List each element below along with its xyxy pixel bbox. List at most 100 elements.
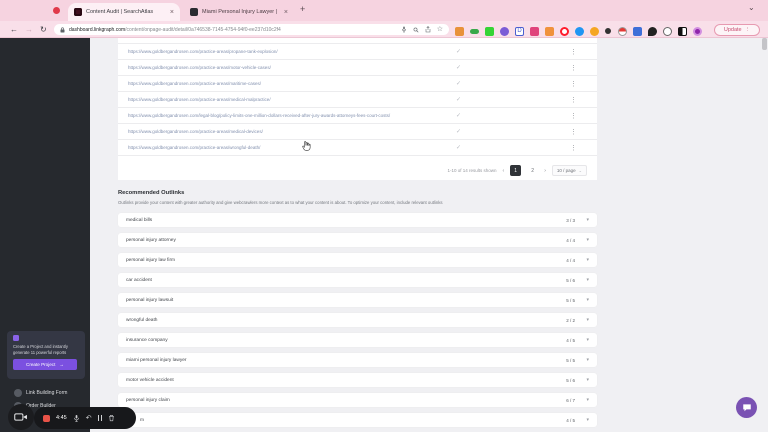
table-row[interactable]: https://www.goldbergandrosen.com/practic… (118, 76, 597, 92)
chat-widget-button[interactable] (736, 397, 757, 418)
check-icon: ✓ (456, 112, 461, 119)
outlink-row[interactable]: miami personal injury lawyer 5 / 5 ▾ (118, 353, 597, 367)
caret-down-icon[interactable]: ▾ (586, 257, 589, 263)
row-menu-icon[interactable]: ⋮ (570, 96, 577, 104)
page-url-link[interactable]: https://www.goldbergandrosen.com/practic… (128, 49, 278, 54)
caret-down-icon[interactable]: ▾ (586, 297, 589, 303)
share-icon[interactable] (425, 26, 431, 33)
caret-down-icon[interactable]: ▾ (586, 317, 589, 323)
outlink-row[interactable]: medical bills 3 / 3 ▾ (118, 213, 597, 227)
search-lens-icon[interactable] (413, 27, 419, 33)
mic-icon[interactable] (73, 414, 80, 423)
check-icon: ✓ (456, 48, 461, 55)
outlink-row[interactable]: motor vehicle accident 5 / 6 ▾ (118, 373, 597, 387)
caret-down-icon[interactable]: ▾ (586, 337, 589, 343)
kebab-menu-icon[interactable]: ⋮ (745, 27, 751, 33)
chat-bubble-icon (742, 403, 752, 412)
chevron-down-icon[interactable]: ⌄ (748, 3, 755, 12)
page-url-link[interactable]: https://www.goldbergandrosen.com/practic… (128, 81, 261, 86)
extension-icon-13[interactable] (633, 27, 642, 36)
outlink-row[interactable]: insurance company 4 / 5 ▾ (118, 333, 597, 347)
row-menu-icon[interactable]: ⋮ (570, 48, 577, 56)
screen-recorder-toolbar: 4:45 ↶ (34, 407, 136, 429)
page-scrollbar-thumb[interactable] (762, 38, 767, 50)
new-tab-button[interactable]: + (300, 4, 305, 14)
tab-content-audit[interactable]: Content Audit | SearchAtlas × (68, 3, 180, 21)
extension-icon-3[interactable] (485, 27, 494, 36)
pause-button[interactable] (98, 415, 103, 421)
table-row[interactable]: https://www.goldbergandrosen.com/practic… (118, 124, 597, 140)
pagination-next-button[interactable]: › (544, 168, 546, 174)
extension-icon-4[interactable] (500, 27, 509, 36)
extension-icon-15[interactable] (663, 27, 672, 36)
extension-icon-5[interactable]: D (515, 27, 524, 36)
extension-icon-16[interactable] (678, 27, 687, 36)
table-row[interactable]: https://www.goldbergandrosen.com/legal-b… (118, 108, 597, 124)
table-row[interactable]: https://www.goldbergandrosen.com/practic… (118, 140, 597, 156)
outlink-row[interactable]: wrongful death 2 / 2 ▾ (118, 313, 597, 327)
extension-icon-10[interactable] (590, 27, 599, 36)
extension-icon-8[interactable] (560, 27, 569, 36)
page-url-link[interactable]: https://www.goldbergandrosen.com/practic… (128, 97, 271, 102)
caret-down-icon[interactable]: ▾ (586, 377, 589, 383)
caret-down-icon[interactable]: ▾ (586, 217, 589, 223)
outlink-keyword: car accident (126, 278, 152, 283)
undo-icon[interactable]: ↶ (86, 415, 92, 422)
caret-down-icon[interactable]: ▾ (586, 397, 589, 403)
outlink-row[interactable]: personal injury law firm 4 / 4 ▾ (118, 253, 597, 267)
caret-down-icon[interactable]: ▾ (586, 277, 589, 283)
reload-button[interactable]: ↻ (40, 25, 47, 34)
outlink-keyword: motor vehicle accident (126, 378, 174, 383)
outlink-keyword: miami personal injury lawyer (126, 358, 187, 363)
extension-icon-11[interactable] (605, 28, 611, 34)
caret-down-icon[interactable]: ▾ (586, 357, 589, 363)
extension-icon-17[interactable] (693, 27, 702, 36)
check-icon: ✓ (456, 144, 461, 151)
sidebar-item-link-building-form[interactable]: Link Building Form (14, 389, 67, 397)
outlink-row[interactable]: personal injury claim 6 / 7 ▾ (118, 393, 597, 407)
page-size-select[interactable]: 10 / page ⌄ (552, 165, 587, 176)
extension-icon-6[interactable] (530, 27, 539, 36)
extension-icon-9[interactable] (575, 27, 584, 36)
pagination-page-1[interactable]: 1 (510, 165, 521, 176)
extension-icon-12[interactable] (618, 27, 627, 36)
pagination-prev-button[interactable]: ‹ (503, 168, 505, 174)
caret-down-icon[interactable]: ▾ (586, 237, 589, 243)
outlink-row[interactable]: personal injury attorney 4 / 4 ▾ (118, 233, 597, 247)
table-row[interactable]: https://www.goldbergandrosen.com/practic… (118, 60, 597, 76)
update-button[interactable]: Update ⋮ (714, 24, 760, 36)
extension-icon-7[interactable] (545, 27, 554, 36)
create-project-button[interactable]: Create Project → (13, 359, 77, 370)
tab-close-icon[interactable]: × (284, 9, 288, 16)
mic-icon[interactable] (401, 26, 407, 33)
caret-down-icon[interactable]: ▾ (586, 417, 589, 423)
page-url-link[interactable]: https://www.goldbergandrosen.com/legal-b… (128, 113, 390, 118)
bookmark-star-icon[interactable]: ☆ (437, 26, 443, 33)
extension-icon-1[interactable] (455, 27, 464, 36)
page-url-link[interactable]: https://www.goldbergandrosen.com/practic… (128, 65, 271, 70)
page-url-link[interactable]: https://www.goldbergandrosen.com/practic… (128, 145, 260, 150)
row-menu-icon[interactable]: ⋮ (570, 64, 577, 72)
table-row[interactable]: https://www.goldbergandrosen.com/practic… (118, 44, 597, 60)
outlink-row[interactable]: m 4 / 5 ▾ (118, 413, 597, 427)
row-menu-icon[interactable]: ⋮ (570, 112, 577, 120)
row-menu-icon[interactable]: ⋮ (570, 80, 577, 88)
back-button[interactable]: ← (10, 25, 18, 34)
stop-recording-button[interactable] (43, 415, 50, 422)
extension-icon-2[interactable] (470, 29, 479, 34)
page-url-link[interactable]: https://www.goldbergandrosen.com/practic… (128, 129, 263, 134)
url-text[interactable]: dashboard.linkgraph.com/content/onpage-a… (69, 27, 395, 33)
outlink-row[interactable]: car accident 5 / 6 ▾ (118, 273, 597, 287)
row-menu-icon[interactable]: ⋮ (570, 144, 577, 152)
address-bar[interactable]: dashboard.linkgraph.com/content/onpage-a… (54, 24, 449, 35)
row-menu-icon[interactable]: ⋮ (570, 128, 577, 136)
table-row[interactable]: https://www.goldbergandrosen.com/practic… (118, 92, 597, 108)
tab-close-icon[interactable]: × (170, 9, 174, 16)
trash-icon[interactable] (108, 414, 115, 422)
screen-recorder-camera-bubble[interactable] (8, 404, 34, 430)
outlink-row[interactable]: personal injury lawsuit 5 / 5 ▾ (118, 293, 597, 307)
extension-icon-14[interactable] (648, 27, 657, 36)
pagination-page-2[interactable]: 2 (527, 165, 538, 176)
forward-button[interactable]: → (25, 25, 33, 34)
tab-miami-personal-injury[interactable]: Miami Personal Injury Lawyer | × (184, 3, 294, 21)
